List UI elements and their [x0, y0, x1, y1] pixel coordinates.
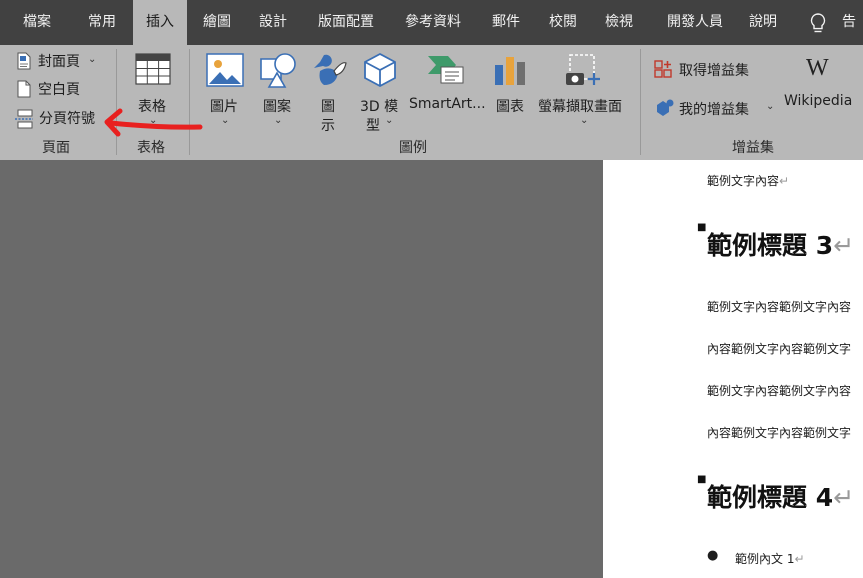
shapes-chevron-down-icon: ⌄ — [274, 115, 283, 126]
doc-paragraph: 內容範例文字內容範例文字 — [707, 426, 852, 440]
tab-developer[interactable]: 開發人員 — [656, 0, 734, 45]
3d-models-label-line2: 型 — [366, 118, 380, 134]
group-divider — [640, 49, 641, 155]
cover-page-chevron-down-icon: ⌄ — [88, 54, 97, 65]
tab-help[interactable]: 說明 — [742, 0, 784, 45]
icons-insert-icon — [314, 54, 347, 85]
3d-models-button[interactable]: 3D 模 型 ⌄ — [356, 49, 404, 134]
icons-label-line1: 圖 — [321, 99, 335, 115]
tab-layout[interactable]: 版面配置 — [310, 0, 382, 45]
my-addins-button[interactable]: 我的增益集 ⌄ — [652, 95, 778, 121]
document-page[interactable]: 範例文字內容↵ ■ 範例標題 3↵ 範例文字內容範例文字內容 內容範例文字內容範… — [603, 160, 863, 578]
page-break-label: 分頁符號 — [39, 111, 95, 127]
tab-references[interactable]: 參考資料 — [397, 0, 469, 45]
list-bullet-icon: ● — [707, 548, 719, 563]
pages-group-label: 頁面 — [42, 140, 70, 156]
heading-bullet-icon: ■ — [697, 474, 707, 485]
3d-cube-icon — [364, 52, 396, 88]
doc-list-item: 範例內文 1↵ — [735, 552, 805, 566]
blank-page-button[interactable]: 空白頁 — [12, 78, 92, 100]
doc-heading-4: 範例標題 4↵ — [707, 483, 855, 512]
doc-paragraph: 範例文字內容範例文字內容 — [707, 300, 852, 314]
tab-view[interactable]: 檢視 — [596, 0, 642, 45]
tab-design[interactable]: 設計 — [250, 0, 296, 45]
smartart-icon — [428, 56, 464, 84]
store-grid-icon — [654, 60, 672, 78]
my-addins-label: 我的增益集 — [679, 102, 749, 118]
icons-label-line2: 示 — [321, 118, 335, 134]
tab-home[interactable]: 常用 — [78, 0, 126, 45]
annotation-arrow-icon — [104, 108, 203, 137]
lightbulb-icon[interactable] — [808, 12, 828, 34]
wikipedia-button[interactable]: W Wikipedia — [782, 53, 860, 123]
tab-mailings[interactable]: 郵件 — [483, 0, 529, 45]
wikipedia-logo-icon: W — [806, 55, 829, 81]
bar-chart-icon — [495, 57, 525, 85]
get-addins-label: 取得增益集 — [679, 63, 749, 79]
tab-review[interactable]: 校閱 — [540, 0, 586, 45]
doc-text-line: 範例文字內容↵ — [707, 174, 790, 188]
doc-paragraph: 內容範例文字內容範例文字 — [707, 342, 852, 356]
pictures-chevron-down-icon: ⌄ — [221, 115, 230, 126]
cover-page-icon — [17, 52, 31, 70]
doc-heading-3: 範例標題 3↵ — [707, 231, 855, 260]
shapes-button[interactable]: 圖案 ⌄ — [254, 49, 300, 129]
table-icon — [135, 53, 171, 85]
screenshot-button[interactable]: 螢幕擷取畫面 ⌄ — [536, 49, 632, 129]
chart-label: 圖表 — [496, 99, 524, 115]
3d-models-chevron-down-icon: ⌄ — [385, 115, 394, 126]
3d-models-label-line1: 3D 模 — [360, 99, 399, 115]
tab-insert[interactable]: 插入 — [133, 0, 187, 45]
tab-file[interactable]: 檔案 — [8, 0, 66, 45]
smartart-button[interactable]: SmartArt... — [407, 49, 487, 129]
shapes-icon — [260, 53, 296, 88]
blank-page-label: 空白頁 — [38, 82, 80, 98]
pictures-label: 圖片 — [210, 99, 238, 115]
screenshot-icon — [566, 54, 600, 85]
page-break-button[interactable]: 分頁符號 — [12, 107, 102, 129]
heading-bullet-icon: ■ — [697, 222, 707, 233]
cover-page-label: 封面頁 — [38, 54, 80, 70]
shapes-label: 圖案 — [263, 99, 291, 115]
doc-paragraph: 範例文字內容範例文字內容 — [707, 384, 852, 398]
paragraph-mark-icon: ↵ — [833, 483, 855, 512]
screenshot-label: 螢幕擷取畫面 — [538, 99, 622, 115]
cover-page-button[interactable]: 封面頁 ⌄ — [12, 50, 102, 72]
chart-button[interactable]: 圖表 — [490, 49, 530, 129]
page-break-icon — [15, 109, 33, 129]
my-addins-icon — [657, 99, 674, 116]
icons-button[interactable]: 圖 示 — [306, 49, 352, 134]
my-addins-chevron-down-icon: ⌄ — [766, 101, 775, 112]
tell-me-search[interactable]: 告 — [842, 0, 863, 45]
illustrations-group-label: 圖例 — [399, 140, 427, 156]
screenshot-chevron-down-icon: ⌄ — [580, 115, 589, 126]
picture-icon — [206, 53, 244, 87]
smartart-label: SmartArt... — [409, 96, 486, 112]
tab-draw[interactable]: 繪圖 — [194, 0, 240, 45]
paragraph-mark-icon: ↵ — [833, 231, 855, 260]
paragraph-mark-icon: ↵ — [779, 174, 790, 188]
get-addins-button[interactable]: 取得增益集 — [652, 57, 762, 81]
wikipedia-label: Wikipedia — [784, 93, 853, 109]
ribbon-insert: 封面頁 ⌄ 空白頁 分頁符號 頁面 表格 ⌄ 表格 圖片 ⌄ 圖案 ⌄ 圖 示 … — [0, 45, 863, 160]
paragraph-mark-icon: ↵ — [794, 552, 805, 566]
menu-bar: 檔案 常用 插入 繪圖 設計 版面配置 參考資料 郵件 校閱 檢視 開發人員 說… — [0, 0, 863, 45]
blank-page-icon — [17, 80, 31, 98]
addins-group-label: 增益集 — [732, 140, 774, 156]
